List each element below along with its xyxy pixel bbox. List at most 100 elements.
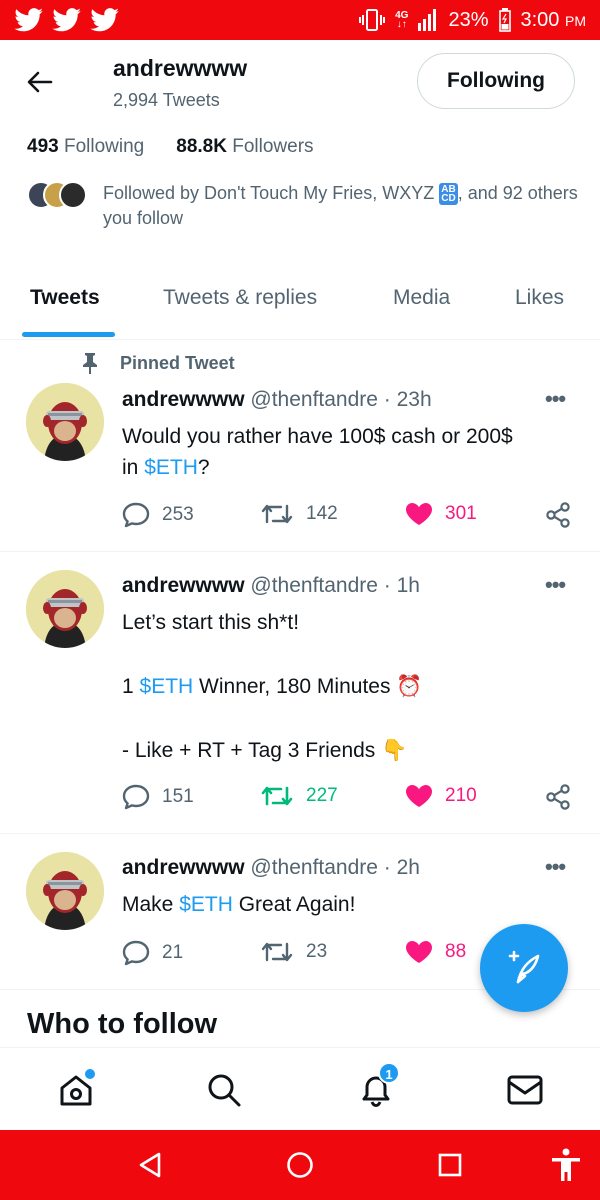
more-icon[interactable]: ••• bbox=[545, 572, 566, 598]
cashtag-link[interactable]: $ETH bbox=[179, 893, 233, 916]
notifications-badge: 1 bbox=[378, 1062, 400, 1084]
accessibility-button[interactable] bbox=[549, 1148, 583, 1182]
share-icon bbox=[546, 784, 570, 810]
heart-icon bbox=[406, 941, 432, 963]
retweet-icon bbox=[261, 942, 293, 962]
retweet-button[interactable]: 142 bbox=[260, 502, 338, 526]
tweet-header: andrewwww @thenftandre · 1h bbox=[122, 574, 420, 598]
android-back-button[interactable] bbox=[133, 1148, 167, 1182]
compose-icon bbox=[508, 950, 540, 984]
nav-notifications[interactable]: 1 bbox=[354, 1062, 400, 1112]
tweet-actions: 253 142 301 bbox=[122, 502, 582, 532]
followed-by[interactable]: Followed by Don't Touch My Fries, WXYZ A… bbox=[27, 181, 587, 231]
tweet-header: andrewwww @thenftandre · 2h bbox=[122, 856, 420, 880]
reply-icon bbox=[122, 940, 150, 966]
vibrate-icon bbox=[359, 9, 386, 31]
compose-tweet-button[interactable] bbox=[480, 924, 568, 1012]
signal-icon bbox=[418, 9, 437, 31]
network-type: 4G ↓↑ bbox=[395, 10, 409, 30]
battery-percent: 23% bbox=[448, 8, 489, 31]
heart-icon bbox=[406, 503, 432, 525]
followers-count[interactable]: 88.8K Followers bbox=[176, 136, 313, 158]
ape-avatar-icon bbox=[26, 383, 104, 461]
home-new-dot bbox=[85, 1069, 95, 1079]
avatar[interactable] bbox=[26, 570, 104, 648]
tab-likes[interactable]: Likes bbox=[515, 286, 564, 310]
tweet[interactable]: andrewwww @thenftandre · 23h ••• Would y… bbox=[0, 340, 600, 552]
status-bar: 4G ↓↑ 23% 3:00 PM bbox=[0, 0, 600, 40]
follower-avatars bbox=[27, 181, 97, 211]
twitter-bird-icon bbox=[14, 8, 43, 32]
reply-icon bbox=[122, 502, 150, 528]
back-arrow-icon bbox=[27, 71, 53, 93]
nav-messages[interactable] bbox=[503, 1068, 547, 1112]
nav-home[interactable] bbox=[54, 1068, 98, 1112]
like-button[interactable]: 88 bbox=[405, 940, 466, 964]
share-button[interactable] bbox=[545, 502, 571, 528]
reply-button[interactable]: 253 bbox=[122, 502, 194, 528]
bottom-navigation: 1 bbox=[0, 1047, 600, 1130]
like-button[interactable]: 210 bbox=[405, 784, 477, 808]
more-icon[interactable]: ••• bbox=[545, 386, 566, 412]
accessibility-icon bbox=[552, 1148, 580, 1181]
tweet[interactable]: andrewwww @thenftandre · 1h ••• Let’s st… bbox=[0, 552, 600, 834]
android-back-icon bbox=[139, 1152, 161, 1178]
tweet-header: andrewwww @thenftandre · 23h bbox=[122, 388, 432, 412]
tweet-meta: @thenftandre · 2h bbox=[250, 856, 420, 879]
tweet-count: 2,994 Tweets bbox=[113, 90, 220, 110]
tweet-text: Let’s start this sh*t! 1 $ETH Winner, 18… bbox=[122, 611, 423, 762]
retweet-button[interactable]: 227 bbox=[260, 784, 338, 808]
followed-by-text: Followed by Don't Touch My Fries, WXYZ A… bbox=[103, 183, 578, 228]
android-recents-button[interactable] bbox=[433, 1148, 467, 1182]
profile-name: andrewwww bbox=[113, 55, 248, 81]
tab-media[interactable]: Media bbox=[393, 286, 450, 310]
tweet-author[interactable]: andrewwww bbox=[122, 388, 245, 411]
android-home-icon bbox=[287, 1152, 313, 1178]
tab-tweets-replies[interactable]: Tweets & replies bbox=[163, 286, 317, 310]
tweet-meta: @thenftandre · 23h bbox=[250, 388, 432, 411]
following-button[interactable]: Following bbox=[417, 53, 575, 109]
cashtag-link[interactable]: $ETH bbox=[144, 456, 198, 479]
reply-button[interactable]: 151 bbox=[122, 784, 194, 810]
ape-avatar-icon bbox=[26, 570, 104, 648]
abcd-emoji: AB CD bbox=[439, 183, 458, 206]
twitter-bird-icon bbox=[90, 8, 119, 32]
who-to-follow-heading: Who to follow bbox=[27, 1008, 218, 1040]
profile-header: andrewwww 2,994 Tweets Following bbox=[0, 40, 600, 124]
android-recents-icon bbox=[438, 1153, 462, 1177]
retweet-icon bbox=[261, 786, 293, 806]
notification-icons bbox=[14, 8, 120, 32]
back-button[interactable] bbox=[22, 64, 58, 100]
android-home-button[interactable] bbox=[283, 1148, 317, 1182]
battery-icon bbox=[498, 8, 511, 32]
search-icon bbox=[208, 1074, 241, 1107]
clock: 3:00 PM bbox=[520, 8, 587, 31]
more-icon[interactable]: ••• bbox=[545, 854, 566, 880]
share-icon bbox=[546, 502, 570, 528]
tweet-text: Would you rather have 100$ cash or 200$ … bbox=[122, 425, 513, 479]
nav-search[interactable] bbox=[202, 1068, 246, 1112]
retweet-icon bbox=[261, 504, 293, 524]
heart-icon bbox=[406, 785, 432, 807]
following-count[interactable]: 493 Following bbox=[27, 136, 144, 158]
system-navigation-bar bbox=[0, 1130, 600, 1200]
tab-tweets[interactable]: Tweets bbox=[30, 286, 100, 310]
cashtag-link[interactable]: $ETH bbox=[140, 675, 194, 698]
tweet-actions: 151 227 210 bbox=[122, 784, 582, 814]
avatar[interactable] bbox=[26, 852, 104, 930]
tweet-author[interactable]: andrewwww bbox=[122, 856, 245, 879]
like-button[interactable]: 301 bbox=[405, 502, 477, 526]
ape-avatar-icon bbox=[26, 852, 104, 930]
tweet-meta: @thenftandre · 1h bbox=[250, 574, 420, 597]
reply-button[interactable]: 21 bbox=[122, 940, 183, 966]
reply-icon bbox=[122, 784, 150, 810]
avatar bbox=[59, 181, 87, 209]
retweet-button[interactable]: 23 bbox=[260, 940, 327, 964]
profile-tabs: Tweets Tweets & replies Media Likes bbox=[0, 266, 600, 340]
active-tab-indicator bbox=[22, 332, 115, 337]
share-button[interactable] bbox=[545, 784, 571, 810]
mail-icon bbox=[507, 1075, 543, 1105]
avatar[interactable] bbox=[26, 383, 104, 461]
tweet-author[interactable]: andrewwww bbox=[122, 574, 245, 597]
follow-counts: 493 Following 88.8K Followers bbox=[27, 136, 314, 158]
